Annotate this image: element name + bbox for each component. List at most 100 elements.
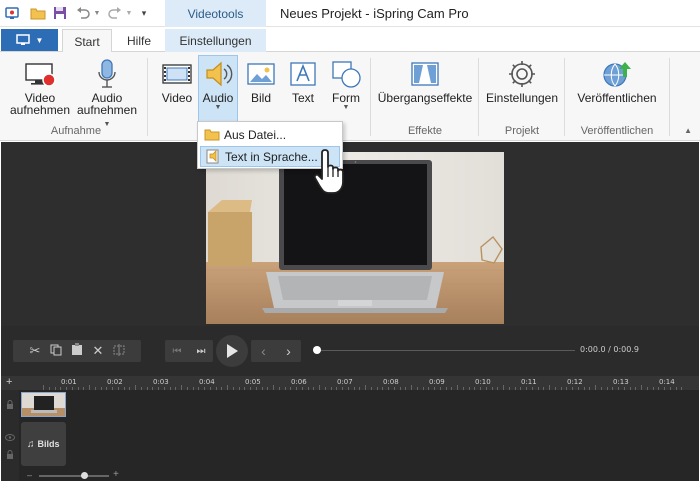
- menu-item-label: Text in Sprache...: [225, 149, 318, 164]
- cut-icon[interactable]: ✂: [25, 343, 46, 359]
- transition-icon: [409, 56, 441, 92]
- contextual-tab-videotools: Videotools: [165, 0, 266, 27]
- publish-button[interactable]: Veröffentlichen: [570, 56, 664, 104]
- lock-icon[interactable]: [6, 448, 14, 462]
- music-note-icon: ♫: [27, 438, 35, 450]
- app-menu-icon: [15, 34, 30, 45]
- timeline-tick-label: 0:07: [337, 378, 353, 386]
- insert-audio-label: Audio: [202, 91, 234, 105]
- transitions-button[interactable]: Übergangseffekte: [377, 56, 473, 104]
- insert-video-label: Video: [161, 91, 193, 105]
- video-aufnehmen-button[interactable]: Video aufnehmen: [10, 56, 70, 116]
- speaker-icon: [202, 56, 234, 92]
- audio-clip-label: Bilds: [37, 439, 60, 449]
- lock-icon[interactable]: [6, 398, 14, 412]
- seek-handle[interactable]: [313, 346, 321, 354]
- tab-einstellungen[interactable]: Einstellungen: [165, 29, 266, 52]
- text-to-speech-icon: [201, 149, 225, 164]
- timeline-tick-label: 0:10: [475, 378, 491, 386]
- file-menu-button[interactable]: ▼: [1, 29, 58, 51]
- zoom-slider-handle[interactable]: [81, 472, 88, 479]
- add-track-button[interactable]: +: [6, 376, 12, 388]
- text-box-icon: [288, 56, 318, 92]
- chevron-right-icon[interactable]: ›: [276, 343, 301, 359]
- collapse-ribbon-icon[interactable]: ▲: [684, 126, 692, 135]
- insert-image-button[interactable]: Bild: [243, 56, 279, 104]
- screen-record-icon: [23, 56, 57, 92]
- title-bar: ▼ ▼ ▾ Videotools Neues Projekt - iSpring…: [0, 0, 700, 27]
- tab-hilfe[interactable]: Hilfe: [114, 29, 164, 52]
- timeline-tick-label: 0:01: [61, 378, 77, 386]
- settings-button[interactable]: Einstellungen: [484, 56, 560, 104]
- ribbon-separator: [564, 58, 565, 136]
- redo-icon[interactable]: [106, 4, 124, 22]
- transitions-label: Übergangseffekte: [377, 91, 473, 105]
- delete-icon[interactable]: ✕: [88, 343, 109, 359]
- ribbon-separator: [370, 58, 371, 136]
- timeline-tick-label: 0:08: [383, 378, 399, 386]
- timeline-tick-label: 0:05: [245, 378, 261, 386]
- folder-icon: [200, 128, 224, 141]
- zoom-slider[interactable]: [39, 475, 109, 477]
- app-icon[interactable]: [4, 4, 20, 22]
- ribbon-separator: [147, 58, 148, 136]
- copy-icon[interactable]: [46, 344, 67, 359]
- timeline-tick-label: 0:13: [613, 378, 629, 386]
- microphone-icon: [94, 56, 120, 92]
- chevron-down-icon: ▼: [342, 104, 350, 111]
- insert-shape-button[interactable]: Form ▼: [326, 56, 366, 112]
- ribbon: Video aufnehmen Audio aufnehmen ▼ Aufnah…: [0, 52, 700, 141]
- paste-icon[interactable]: [67, 343, 88, 359]
- insert-video-button[interactable]: Video: [158, 56, 196, 104]
- undo-icon[interactable]: [74, 4, 92, 22]
- timeline-tick-label: 0:02: [107, 378, 123, 386]
- frame-step-controls: ‹ ›: [251, 340, 301, 362]
- group-label-veroeffentlichen: Veröffentlichen: [580, 125, 654, 137]
- save-icon[interactable]: [51, 4, 69, 22]
- ribbon-separator: [669, 58, 670, 136]
- insert-audio-button[interactable]: Audio ▼: [198, 55, 238, 122]
- menu-item-aus-datei[interactable]: Aus Datei...: [200, 124, 340, 145]
- ribbon-separator: [478, 58, 479, 136]
- audio-aufnehmen-button[interactable]: Audio aufnehmen ▼: [72, 56, 142, 129]
- seek-bar[interactable]: [317, 350, 575, 351]
- tab-start[interactable]: Start: [62, 29, 112, 53]
- video-frame[interactable]: [206, 152, 504, 324]
- track-header-column: [1, 390, 19, 481]
- laptop-image: [206, 152, 504, 324]
- insert-shape-label: Form: [332, 91, 360, 105]
- timeline-tick-label: 0:12: [567, 378, 583, 386]
- timeline-tick-label: 0:11: [521, 378, 537, 386]
- timeline-tick-label: 0:14: [659, 378, 675, 386]
- customize-toolbar-icon[interactable]: ▾: [138, 4, 150, 22]
- group-label-effekte: Effekte: [407, 125, 443, 137]
- redo-dropdown-icon[interactable]: ▼: [125, 4, 133, 22]
- settings-label: Einstellungen: [485, 91, 559, 105]
- player-controls-bar: ✂ ✕ ⏮ ⏭ ‹ › 0:00.0 / 0:00.9: [1, 326, 699, 376]
- undo-dropdown-icon[interactable]: ▼: [93, 4, 101, 22]
- picture-icon: [246, 56, 276, 92]
- film-strip-icon: [161, 56, 193, 92]
- time-display: 0:00.0 / 0:00.9: [580, 345, 639, 354]
- zoom-out-button[interactable]: –: [27, 470, 32, 480]
- play-button[interactable]: [216, 335, 248, 367]
- open-folder-icon[interactable]: [29, 4, 47, 22]
- skip-end-icon[interactable]: ⏭: [189, 346, 213, 357]
- publish-label: Veröffentlichen: [577, 91, 657, 105]
- insert-image-label: Bild: [250, 91, 271, 105]
- video-clip[interactable]: [21, 392, 66, 417]
- timeline-ruler[interactable]: + 0:01 0:02 0:03 0:04 0:05 0:06 0:07 0:08 0:09 0:…: [1, 376, 699, 390]
- audio-aufnehmen-label-2: aufnehmen: [76, 103, 138, 117]
- split-icon[interactable]: [109, 343, 130, 359]
- publish-globe-icon: [601, 56, 633, 92]
- insert-text-button[interactable]: Text: [284, 56, 322, 104]
- menu-item-label: Aus Datei...: [224, 127, 287, 142]
- audio-clip[interactable]: ♫ Bilds: [21, 422, 66, 466]
- play-icon: [227, 344, 238, 358]
- group-label-aufnahme: Aufnahme: [50, 125, 102, 137]
- zoom-in-button[interactable]: +: [113, 469, 119, 480]
- eye-icon[interactable]: [5, 430, 15, 444]
- skip-start-icon[interactable]: ⏮: [165, 346, 189, 357]
- chevron-left-icon[interactable]: ‹: [251, 343, 276, 359]
- insert-text-label: Text: [291, 91, 314, 105]
